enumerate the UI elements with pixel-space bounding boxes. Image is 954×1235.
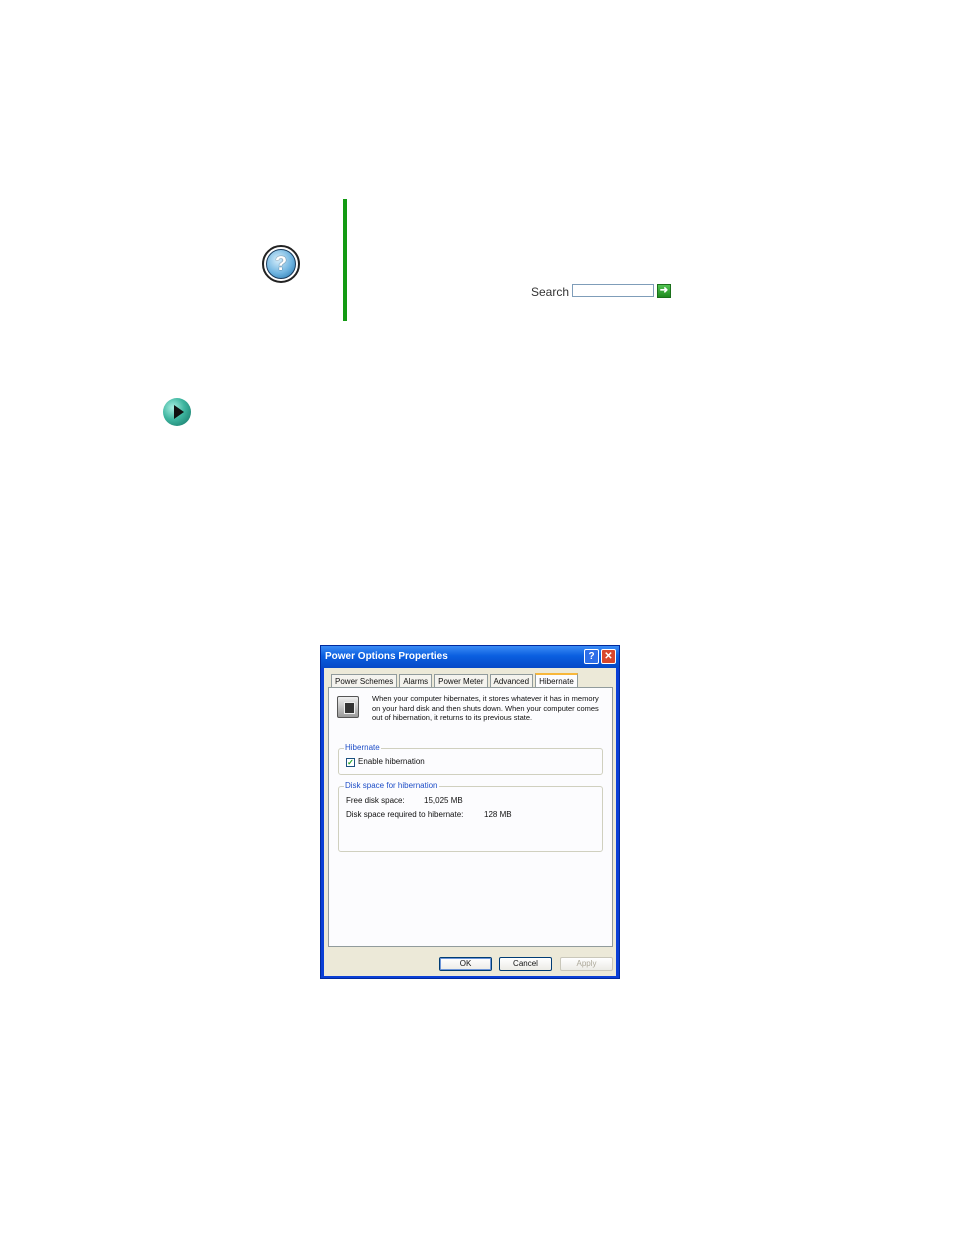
dialog-body: Power Schemes Alarms Power Meter Advance…	[324, 668, 616, 976]
hibernate-computer-icon	[337, 696, 359, 718]
tab-power-schemes[interactable]: Power Schemes	[331, 674, 398, 687]
tab-advanced[interactable]: Advanced	[489, 674, 534, 687]
go-arrow-icon[interactable]: ➜	[657, 284, 671, 298]
dialog-title: Power Options Properties	[325, 651, 448, 662]
required-disk-label: Disk space required to hibernate:	[346, 810, 464, 819]
help-question-glyph: ?	[266, 249, 296, 279]
tab-alarms[interactable]: Alarms	[399, 674, 433, 687]
disk-space-group: Disk space for hibernation Free disk spa…	[338, 781, 603, 852]
required-disk-value: 128 MB	[484, 810, 512, 819]
tab-power-meter[interactable]: Power Meter	[434, 674, 488, 687]
apply-button[interactable]: Apply	[560, 957, 613, 971]
hibernate-group-title: Hibernate	[344, 743, 381, 752]
hibernate-description: When your computer hibernates, it stores…	[372, 694, 599, 722]
search-input[interactable]	[572, 284, 654, 297]
ok-button[interactable]: OK	[439, 957, 492, 971]
hibernate-panel: When your computer hibernates, it stores…	[328, 687, 613, 947]
help-question-icon: ?	[262, 245, 300, 283]
help-button[interactable]: ?	[584, 649, 599, 664]
search-label: Search	[531, 285, 570, 299]
free-disk-value: 15,025 MB	[424, 796, 463, 805]
tab-hibernate[interactable]: Hibernate	[535, 673, 578, 687]
cancel-button[interactable]: Cancel	[499, 957, 552, 971]
free-disk-label: Free disk space:	[346, 796, 405, 805]
callout-divider	[343, 199, 347, 321]
enable-hibernation-label[interactable]: Enable hibernation	[358, 757, 425, 766]
arrow-right-icon	[163, 398, 191, 426]
power-options-dialog: Power Options Properties ? ✕ Power Schem…	[320, 645, 620, 979]
dialog-titlebar[interactable]: Power Options Properties ? ✕	[321, 646, 619, 668]
close-button[interactable]: ✕	[601, 649, 616, 664]
hibernate-group: Hibernate ✓ Enable hibernation	[338, 743, 603, 775]
disk-space-group-title: Disk space for hibernation	[344, 781, 439, 790]
tab-strip: Power Schemes Alarms Power Meter Advance…	[331, 673, 580, 688]
enable-hibernation-checkbox[interactable]: ✓	[346, 758, 355, 767]
